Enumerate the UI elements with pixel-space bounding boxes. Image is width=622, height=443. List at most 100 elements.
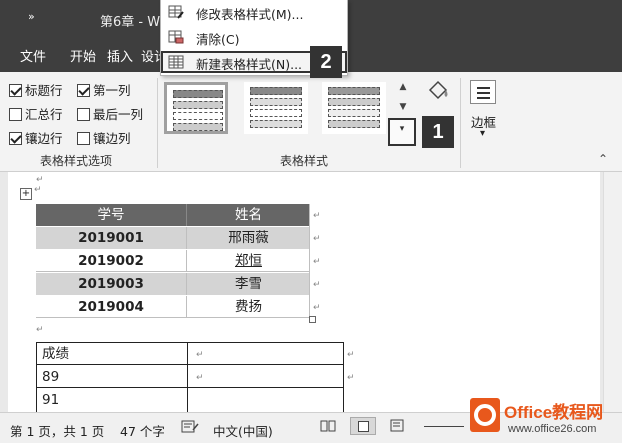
paragraph-mark: ↵ (313, 234, 321, 244)
borders-icon[interactable] (470, 80, 496, 104)
table-style-thumbnail[interactable] (244, 82, 308, 134)
border-line (477, 97, 490, 99)
style-row (250, 109, 302, 117)
table-cell[interactable]: 费扬 (186, 296, 310, 318)
paragraph-mark: ↵ (313, 211, 321, 221)
menu-item-modify-style[interactable]: 修改表格样式(M)... (161, 1, 347, 23)
style-row (250, 87, 302, 95)
checkbox-box[interactable] (9, 84, 22, 97)
table-cell[interactable]: 2019001 (36, 227, 186, 249)
table-cell[interactable]: 郑恒 (186, 250, 310, 272)
gallery-scroll-down-icon[interactable]: ▼ (396, 98, 410, 116)
checkbox-box[interactable] (77, 84, 90, 97)
checkbox-box[interactable] (9, 108, 22, 121)
style-row (250, 120, 302, 128)
watermark-logo: Office教程网 www.office26.com (470, 396, 615, 436)
table-move-handle-icon[interactable]: + (20, 188, 32, 200)
table-row[interactable]: 91 (36, 389, 344, 411)
zoom-slider[interactable] (424, 426, 464, 427)
header-cell-student-id[interactable]: 学号 (36, 204, 186, 226)
table-cell[interactable]: 2019003 (36, 273, 186, 295)
table-row[interactable]: 2019002 郑恒 (36, 250, 310, 272)
checkbox-label: 镶边行 (25, 131, 63, 146)
checkbox-label: 汇总行 (25, 107, 63, 122)
style-row (173, 112, 223, 120)
table-header-row[interactable]: 学号 姓名 (36, 204, 310, 226)
print-layout-icon[interactable] (350, 417, 376, 435)
table-cell[interactable]: 邢雨薇 (186, 227, 310, 249)
tab-file[interactable]: 文件 (20, 46, 46, 65)
word-count[interactable]: 47 个字 (120, 421, 165, 440)
checkbox-box[interactable] (77, 108, 90, 121)
table-column-border (187, 342, 188, 412)
style-row (328, 98, 380, 106)
table-cell[interactable]: 2019002 (36, 250, 186, 272)
new-table-style-icon (168, 54, 184, 70)
tab-insert[interactable]: 插入 (107, 46, 133, 65)
read-mode-icon[interactable] (320, 419, 336, 433)
language[interactable]: 中文(中国) (213, 421, 273, 440)
table-row[interactable]: 2019003 李雪 (36, 273, 310, 295)
table-row[interactable]: 成绩 (36, 343, 344, 365)
checkbox-header-row[interactable]: 标题行 (9, 80, 63, 99)
checkbox-box[interactable] (77, 132, 90, 145)
collapse-ribbon-icon[interactable]: ⌃ (598, 152, 608, 166)
table-cell[interactable]: 89 (36, 366, 59, 388)
checkbox-first-column[interactable]: 第一列 (77, 80, 131, 99)
menu-item-label: 修改表格样式(M)... (196, 7, 304, 22)
table-cell[interactable]: 2019004 (36, 296, 186, 318)
table-resize-handle-icon[interactable] (309, 316, 316, 323)
border-line (477, 92, 490, 94)
paragraph-mark: ↵ (313, 303, 321, 313)
table-left-border (36, 342, 37, 412)
checkbox-label: 标题行 (25, 83, 63, 98)
svg-text:Office教程网: Office教程网 (504, 402, 603, 422)
checkbox-label: 最后一列 (93, 107, 144, 122)
paragraph-mark: ↵ (36, 325, 44, 335)
page-count[interactable]: 第 1 页，共 1 页 (10, 421, 104, 440)
table-row[interactable]: 89 (36, 366, 344, 388)
style-row (328, 87, 380, 95)
table-style-thumbnail-selected[interactable] (164, 82, 228, 134)
web-layout-icon[interactable] (390, 419, 408, 433)
table-cell[interactable]: 成绩 (36, 343, 69, 365)
table-row[interactable]: 2019001 邢雨薇 (36, 227, 310, 249)
style-row (173, 101, 223, 109)
table-cell[interactable]: 91 (36, 389, 59, 411)
checkbox-box[interactable] (9, 132, 22, 145)
group-divider (460, 78, 461, 168)
checkbox-label: 第一列 (93, 83, 131, 98)
table-cell[interactable]: 李雪 (186, 273, 310, 295)
paragraph-mark: ↵ (196, 373, 204, 383)
modify-style-icon (168, 4, 184, 20)
tab-design[interactable]: 设计 (141, 46, 160, 65)
proofing-icon[interactable] (181, 420, 199, 434)
checkbox-banded-rows[interactable]: 镶边行 (9, 128, 63, 147)
callout-step-2: 2 (310, 46, 342, 78)
more-dropdown-icon: ▾ (399, 124, 405, 134)
header-cell-name[interactable]: 姓名 (186, 204, 310, 226)
table-style-thumbnail[interactable] (322, 82, 386, 134)
style-row (328, 120, 380, 128)
menu-item-clear[interactable]: 清除(C) (161, 26, 347, 48)
shading-icon[interactable] (424, 78, 452, 106)
paragraph-mark: ↵ (313, 280, 321, 290)
tab-home[interactable]: 开始 (70, 46, 96, 65)
checkbox-total-row[interactable]: 汇总行 (9, 104, 63, 123)
style-row (173, 123, 223, 131)
vertical-scrollbar[interactable] (603, 172, 622, 412)
borders-dropdown-icon[interactable]: ▾ (480, 128, 485, 139)
document-title: 第6章 - W (100, 15, 161, 30)
paragraph-mark: ↵ (313, 257, 321, 267)
clear-icon (168, 29, 184, 45)
group-label-table-styles: 表格样式 (280, 154, 329, 168)
gallery-more-button[interactable]: ▾ (388, 118, 416, 146)
checkbox-last-column[interactable]: 最后一列 (77, 104, 143, 123)
quick-access-toolbar-icon[interactable]: » (28, 10, 35, 23)
style-row (173, 90, 223, 98)
table-row[interactable]: 2019004 费扬 (36, 296, 310, 318)
callout-step-1: 1 (422, 116, 454, 148)
paragraph-mark: ↵ (347, 350, 355, 360)
gallery-scroll-up-icon[interactable]: ▲ (396, 78, 410, 96)
checkbox-banded-columns[interactable]: 镶边列 (77, 128, 131, 147)
